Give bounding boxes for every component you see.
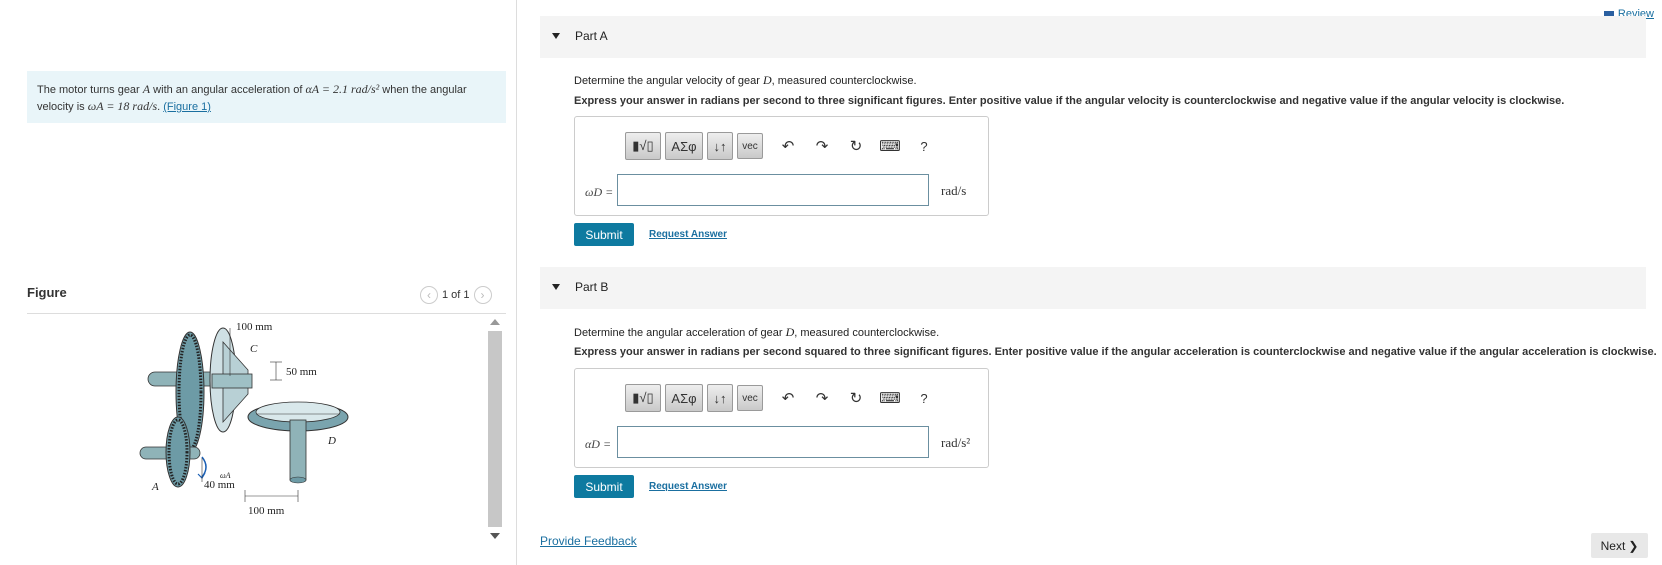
svg-text:B: B <box>172 322 179 325</box>
figure-link[interactable]: (Figure 1) <box>163 101 211 113</box>
gear-d-symbol: D <box>785 325 795 339</box>
figure-scrollbar[interactable] <box>486 317 504 542</box>
collapse-triangle-icon <box>552 284 560 290</box>
label-100mm-top: 100 mm <box>236 322 273 333</box>
scroll-thumb[interactable] <box>488 331 502 527</box>
label-40mm: 40 mm <box>204 479 235 491</box>
greek-button[interactable]: ΑΣφ <box>665 384 703 412</box>
chevron-right-icon: ❯ <box>1628 538 1639 553</box>
omega-d-input[interactable] <box>617 174 929 206</box>
part-a-instruction: Express your answer in radians per secon… <box>574 95 1565 107</box>
templates-button[interactable]: ▮√▯ <box>625 384 661 412</box>
omega-d-label: ωD = <box>585 185 614 199</box>
arrows-button[interactable]: ↓↑ <box>707 132 733 160</box>
svg-text:D: D <box>327 435 336 447</box>
alpha-d-input[interactable] <box>617 426 929 458</box>
greek-button[interactable]: ΑΣφ <box>665 132 703 160</box>
svg-text:A: A <box>151 481 159 493</box>
gear-d-symbol: D <box>762 73 772 87</box>
part-b-label: Part B <box>575 280 609 294</box>
figure-pager: ‹ 1 of 1 › <box>420 286 492 304</box>
help-icon[interactable]: ? <box>911 391 937 406</box>
label-100mm-bottom: 100 mm <box>248 505 285 517</box>
request-answer-link[interactable]: Request Answer <box>649 481 727 492</box>
problem-text: velocity is <box>37 101 88 113</box>
undo-icon[interactable]: ↶ <box>775 389 801 407</box>
alpha-a-value: αA = 2.1 rad/s² <box>305 82 380 96</box>
reset-icon[interactable]: ↻ <box>843 389 869 407</box>
problem-text: when the angular <box>379 84 467 96</box>
unit-label: rad/s <box>941 183 967 198</box>
alpha-d-label: αD = <box>585 437 612 451</box>
omega-a-value: ωA = 18 rad/s <box>87 99 158 113</box>
next-figure-button[interactable]: › <box>473 286 492 304</box>
redo-icon[interactable]: ↷ <box>809 137 835 155</box>
part-a-question: Determine the angular velocity of gear D… <box>574 73 917 88</box>
next-label: Next <box>1600 538 1626 553</box>
svg-text:100 mm: 100 mm <box>236 322 273 333</box>
request-answer-link[interactable]: Request Answer <box>649 229 727 240</box>
templates-button[interactable]: ▮√▯ <box>625 132 661 160</box>
part-b-question: Determine the angular acceleration of ge… <box>574 325 939 340</box>
unit-label: rad/s² <box>941 435 971 450</box>
scroll-up-arrow[interactable] <box>490 319 500 325</box>
vec-button[interactable]: vec <box>737 385 763 411</box>
problem-statement: The motor turns gear A with an angular a… <box>27 71 506 123</box>
vec-button[interactable]: vec <box>737 133 763 159</box>
part-a-answer-box: ▮√▯ ΑΣφ ↓↑ vec ↶ ↷ ↻ ⌨ ? ωD = rad/s <box>574 116 989 216</box>
prev-figure-button[interactable]: ‹ <box>420 286 438 304</box>
label-50mm: 50 mm <box>286 366 317 378</box>
provide-feedback-link[interactable]: Provide Feedback <box>540 534 637 548</box>
label-A: A <box>151 481 159 493</box>
submit-button[interactable]: Submit <box>574 475 634 498</box>
undo-icon[interactable]: ↶ <box>775 137 801 155</box>
redo-icon[interactable]: ↷ <box>809 389 835 407</box>
submit-button[interactable]: Submit <box>574 223 634 246</box>
reset-icon[interactable]: ↻ <box>843 137 869 155</box>
collapse-triangle-icon <box>552 33 560 39</box>
question-text: , measured counterclockwise. <box>771 75 917 87</box>
figure-divider <box>27 313 506 314</box>
svg-text:C: C <box>250 343 258 355</box>
label-C: C <box>250 343 258 355</box>
help-icon[interactable]: ? <box>911 139 937 154</box>
question-text: , measured counterclockwise. <box>794 327 940 339</box>
problem-text: with an angular acceleration of <box>150 84 306 96</box>
question-text: Determine the angular velocity of gear <box>574 75 763 87</box>
keyboard-icon[interactable]: ⌨ <box>877 137 903 155</box>
part-a-header[interactable]: Part A <box>540 16 1646 58</box>
gear-figure: B 100 mm C 50 mm D ωA 40 mm A 100 mm <box>139 322 349 517</box>
svg-text:50 mm: 50 mm <box>286 366 317 378</box>
part-b-instruction: Express your answer in radians per secon… <box>574 346 1657 358</box>
label-D: D <box>327 435 336 447</box>
pager-text: 1 of 1 <box>442 289 470 301</box>
math-toolbar: ▮√▯ ΑΣφ ↓↑ vec ↶ ↷ ↻ ⌨ ? <box>625 132 937 160</box>
scroll-down-arrow[interactable] <box>490 533 500 539</box>
pane-divider <box>516 0 517 565</box>
math-toolbar: ▮√▯ ΑΣφ ↓↑ vec ↶ ↷ ↻ ⌨ ? <box>625 384 937 412</box>
label-B: B <box>172 322 179 325</box>
part-b-header[interactable]: Part B <box>540 267 1646 309</box>
figure-title: Figure <box>27 285 67 300</box>
part-b-answer-box: ▮√▯ ΑΣφ ↓↑ vec ↶ ↷ ↻ ⌨ ? αD = rad/s² <box>574 368 989 468</box>
problem-text: The motor turns gear <box>37 84 143 96</box>
arrows-button[interactable]: ↓↑ <box>707 384 733 412</box>
question-text: Determine the angular acceleration of ge… <box>574 327 786 339</box>
svg-text:100 mm: 100 mm <box>248 505 285 517</box>
next-button[interactable]: Next ❯ <box>1591 533 1648 558</box>
svg-text:40 mm: 40 mm <box>204 479 235 491</box>
part-a-label: Part A <box>575 29 608 43</box>
keyboard-icon[interactable]: ⌨ <box>877 389 903 407</box>
